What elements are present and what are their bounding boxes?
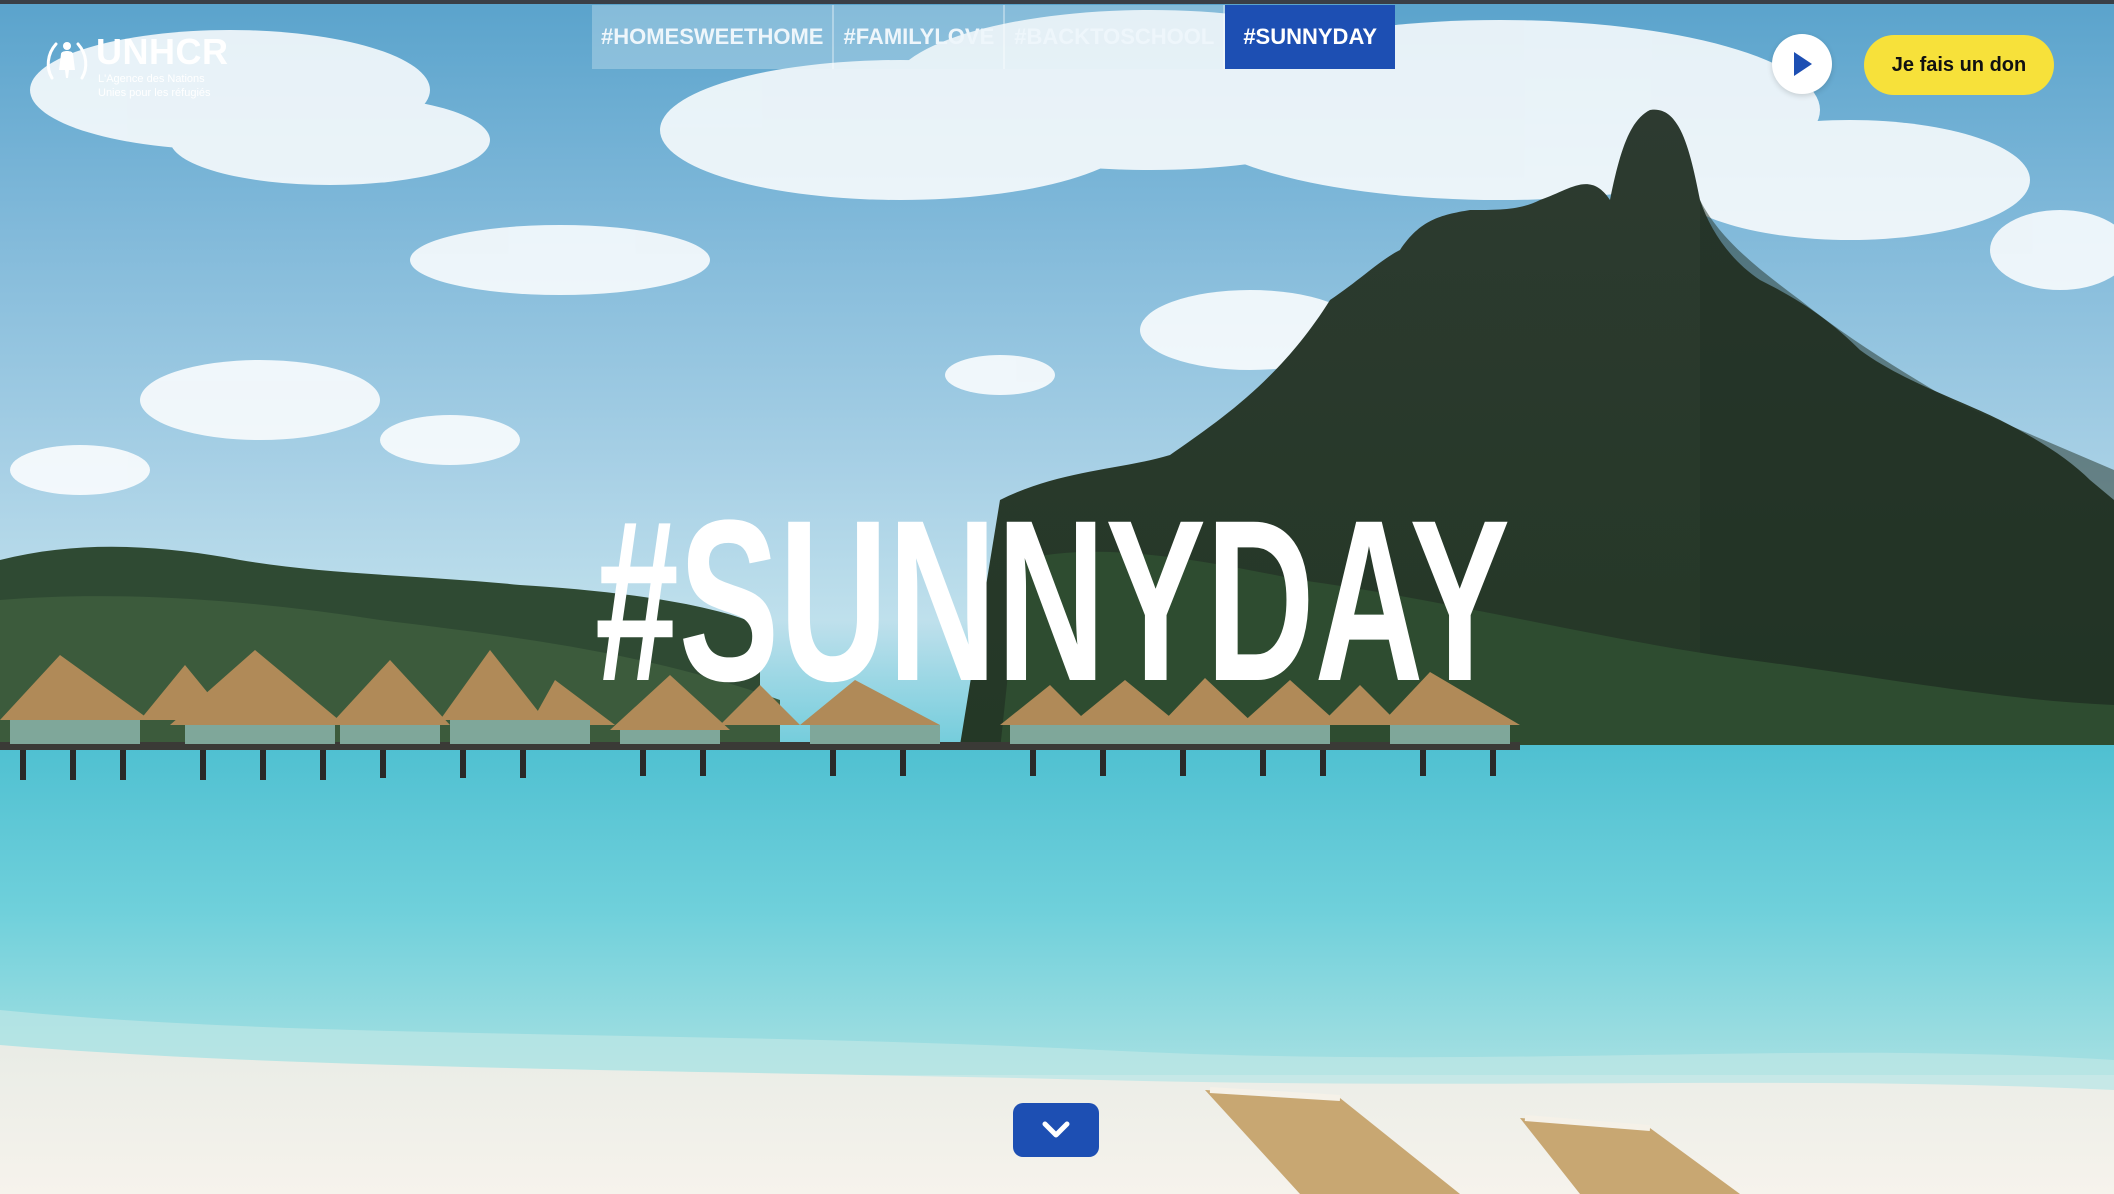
tab-homesweethome[interactable]: #HOMESWEETHOME [592, 5, 835, 69]
unhcr-logo[interactable]: UNHCR L'Agence des Nations Unies pour le… [42, 32, 232, 102]
hero-headline-text: #SUNNYDAY [595, 472, 1510, 710]
play-icon [1794, 52, 1812, 76]
brand-name: UNHCR [96, 31, 229, 72]
scroll-down-button[interactable] [1013, 1103, 1099, 1157]
chevron-down-icon [1042, 1121, 1070, 1138]
tab-backtoschool[interactable]: #BACKTOSCHOOL [1005, 5, 1226, 69]
hero-section: UNHCR L'Agence des Nations Unies pour le… [0, 0, 2114, 1194]
donate-button[interactable]: Je fais un don [1864, 35, 2054, 95]
window-edge [0, 0, 2114, 4]
brand-tagline-line1: L'Agence des Nations [98, 73, 205, 85]
hashtag-tabs: #HOMESWEETHOME #FAMILYLOVE #BACKTOSCHOOL… [592, 5, 1395, 69]
brand-tagline-line2: Unies pour les réfugiés [98, 87, 211, 99]
tab-sunnyday[interactable]: #SUNNYDAY [1225, 5, 1395, 69]
tab-familylove[interactable]: #FAMILYLOVE [834, 5, 1006, 69]
unhcr-emblem-icon [46, 42, 88, 80]
play-video-button[interactable] [1772, 34, 1832, 94]
hero-headline: #SUNNYDAY [595, 472, 1510, 710]
